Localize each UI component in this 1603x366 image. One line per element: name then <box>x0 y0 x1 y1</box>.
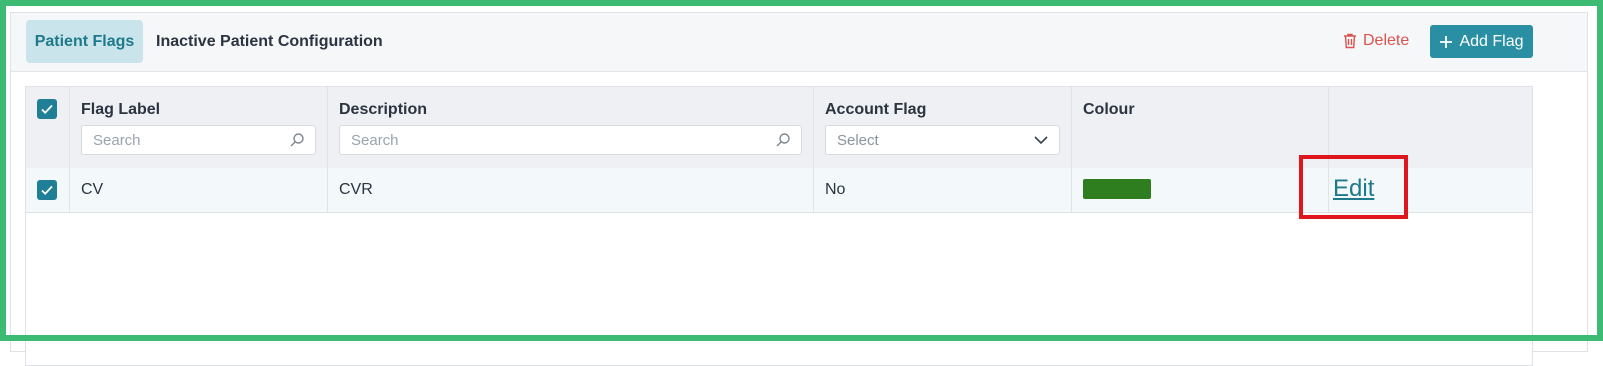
flag-label-value: CV <box>81 181 104 198</box>
row-checkbox[interactable] <box>37 180 57 200</box>
flags-table: Flag Label Search Description Search Acc… <box>25 86 1533 366</box>
plus-icon <box>1440 35 1453 48</box>
account-flag-select-value: Select <box>837 131 879 149</box>
description-search-placeholder: Search <box>351 131 399 149</box>
tab-bar: Patient Flags Inactive Patient Configura… <box>11 13 1587 72</box>
delete-button-label: Delete <box>1363 32 1410 49</box>
chevron-down-icon <box>1034 136 1048 145</box>
flag-label-header: Flag Label <box>81 101 161 118</box>
colour-header: Colour <box>1083 101 1135 118</box>
description-column-header: Description Search <box>328 87 814 168</box>
colour-swatch <box>1083 179 1151 199</box>
delete-button[interactable]: Delete <box>1343 29 1409 53</box>
description-value: CVR <box>339 181 373 198</box>
row-select-cell <box>26 168 70 212</box>
colour-cell <box>1072 168 1329 212</box>
trash-icon <box>1344 33 1356 49</box>
account-flag-header: Account Flag <box>825 101 927 118</box>
flag-label-search-placeholder: Search <box>93 131 141 149</box>
description-header: Description <box>339 101 428 118</box>
check-icon <box>41 104 53 114</box>
flag-label-search-input[interactable]: Search <box>81 125 316 155</box>
check-icon <box>41 185 53 195</box>
tab-inactive-patient-configuration[interactable]: Inactive Patient Configuration <box>156 20 383 63</box>
add-flag-button[interactable]: Add Flag <box>1430 25 1533 58</box>
select-all-checkbox[interactable] <box>37 99 57 119</box>
tab-patient-flags[interactable]: Patient Flags <box>26 20 143 63</box>
colour-column-header: Colour <box>1072 87 1329 168</box>
account-flag-column-header: Account Flag Select <box>814 87 1072 168</box>
search-icon <box>776 133 790 147</box>
account-flag-select[interactable]: Select <box>825 125 1060 155</box>
flag-label-column-header: Flag Label Search <box>70 87 328 168</box>
select-column-header <box>26 87 70 168</box>
highlight-box <box>1299 155 1408 219</box>
search-icon <box>290 133 304 147</box>
account-flag-cell: No <box>814 168 1072 212</box>
flag-label-cell: CV <box>70 168 328 212</box>
account-flag-value: No <box>825 181 846 198</box>
add-flag-button-label: Add Flag <box>1459 32 1524 50</box>
description-cell: CVR <box>328 168 814 212</box>
description-search-input[interactable]: Search <box>339 125 802 155</box>
